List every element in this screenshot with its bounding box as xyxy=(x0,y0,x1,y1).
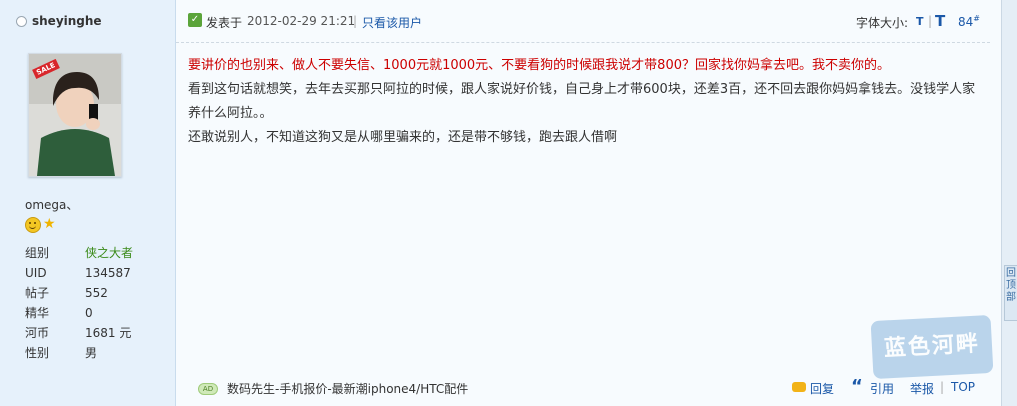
floor-number[interactable]: 84# xyxy=(958,14,980,29)
page-scrollbar[interactable] xyxy=(1001,0,1017,406)
stat-row: UID 134587 xyxy=(25,263,133,283)
post-content: 要讲价的也别来、做人不要失信、1000元就1000元、不要看狗的时候跟我说才带8… xyxy=(188,54,983,150)
stat-row: 性别 男 xyxy=(25,343,133,363)
stat-value[interactable]: 侠之大者 xyxy=(85,243,133,263)
site-watermark: 蓝色河畔 xyxy=(870,314,994,380)
font-large-button[interactable]: T xyxy=(935,12,945,30)
post-line: 要讲价的也别来、做人不要失信、1000元就1000元、不要看狗的时候跟我说才带8… xyxy=(188,58,890,73)
post-line: 看到这句话就想笑，去年去买那只阿拉的时候，跟人家说好价钱，自己身上才带600块，… xyxy=(188,82,976,121)
top-button[interactable]: TOP xyxy=(951,380,975,394)
ad-link[interactable]: 数码先生-手机报价-最新潮iphone4/HTC配件 xyxy=(227,380,468,397)
avatar[interactable]: SALE xyxy=(28,53,122,177)
stat-row: 帖子 552 xyxy=(25,283,133,303)
stat-value: 男 xyxy=(85,346,98,360)
stat-label: 性别 xyxy=(25,346,50,360)
floor-value: 84 xyxy=(958,15,974,29)
stat-label: 帖子 xyxy=(25,286,50,300)
reply-icon[interactable] xyxy=(792,382,806,392)
stat-value: 552 xyxy=(85,286,108,300)
floor-hash: # xyxy=(973,14,980,23)
post-time: 2012-02-29 21:21 xyxy=(247,14,356,28)
stat-row: 精华 0 xyxy=(25,303,133,323)
user-title: omega、 xyxy=(25,198,79,212)
stat-label: UID xyxy=(25,266,47,280)
separator: | xyxy=(940,380,945,394)
post-line: 还敢说别人，不知道这狗又是从哪里骗来的，还是带不够钱，跑去跟人借啊 xyxy=(188,130,618,145)
back-to-top-tab[interactable]: 回顶部 xyxy=(1004,265,1017,321)
quote-icon[interactable]: “ xyxy=(851,376,863,397)
stat-value: 1681 元 xyxy=(85,326,132,340)
separator: | xyxy=(353,14,358,28)
stat-value: 0 xyxy=(85,306,93,320)
stat-label: 河币 xyxy=(25,326,50,340)
font-small-button[interactable]: T xyxy=(916,15,924,28)
only-author-link[interactable]: 只看该用户 xyxy=(362,14,422,31)
offline-status-icon xyxy=(16,15,27,27)
reply-button[interactable]: 回复 xyxy=(810,380,834,397)
posted-label: 发表于 xyxy=(206,16,243,30)
username[interactable]: sheyinghe xyxy=(32,14,102,28)
medals: ★ xyxy=(25,217,56,233)
report-button[interactable]: 举报 xyxy=(910,380,934,397)
stat-label: 精华 xyxy=(25,306,50,320)
post-footer: AD 数码先生-手机报价-最新潮iphone4/HTC配件 回复 “ 引用 举报… xyxy=(176,368,990,406)
post-icon: ✓ xyxy=(188,13,202,27)
font-size-label: 字体大小: xyxy=(856,16,909,30)
stat-row: 河币 1681 元 xyxy=(25,323,133,343)
star-medal-icon: ★ xyxy=(43,216,56,232)
user-bar: sheyinghe xyxy=(0,0,175,42)
quote-button[interactable]: 引用 xyxy=(870,380,894,397)
separator: | xyxy=(928,14,933,28)
stat-label: 组别 xyxy=(25,246,50,260)
post-header: ✓ 发表于 2012-02-29 21:21 | 只看该用户 字体大小: T |… xyxy=(176,0,990,43)
ad-badge: AD xyxy=(198,383,218,395)
stat-row: 组别 侠之大者 xyxy=(25,243,133,263)
smiley-medal-icon xyxy=(25,217,41,233)
stat-value: 134587 xyxy=(85,266,131,280)
user-sidebar: sheyinghe SALE omega、 ★ 组别 侠之大者 UID 1345… xyxy=(0,0,176,406)
user-stats: 组别 侠之大者 UID 134587 帖子 552 精华 0 河币 1681 元… xyxy=(25,243,133,363)
